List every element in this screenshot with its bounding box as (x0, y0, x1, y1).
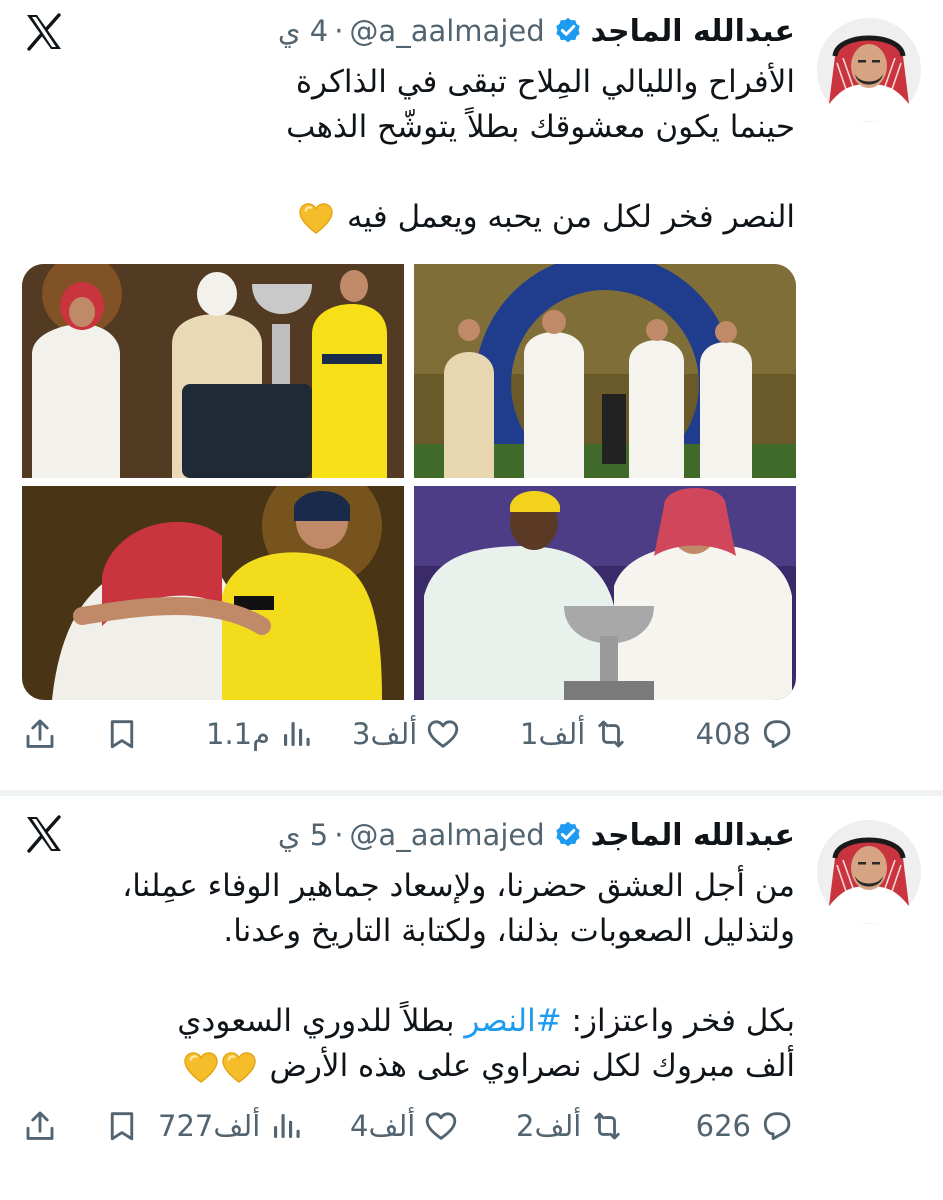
repost-button[interactable]: 1ألف (520, 716, 629, 752)
tweet-line-text: ألف مبروك لكل نصراوي على هذه الأرض (269, 1048, 795, 1084)
photo-trophy-ceremony[interactable] (22, 264, 404, 478)
author-name[interactable]: عبدالله الماجد (591, 14, 795, 49)
tweet-line: بكل فخر واعتزاز: #النصر بطلاً للدوري الس… (122, 999, 795, 1044)
like-count: 3ألف (352, 717, 418, 751)
bookmark-icon (104, 1108, 140, 1144)
x-logo-icon[interactable] (24, 12, 64, 52)
bookmark-button[interactable] (104, 716, 140, 752)
avatar[interactable] (817, 820, 921, 924)
bookmark-button[interactable] (104, 1108, 140, 1144)
repost-count: 2ألف (516, 1109, 582, 1143)
tweet-line (122, 954, 795, 999)
repost-icon (593, 716, 629, 752)
timestamp[interactable]: 5 ي (278, 818, 328, 852)
tweet-line: حينما يكون معشوقك بطلاً يتوشّح الذهب (286, 109, 795, 145)
tweet-text: من أجل العشق حضرنا، ولإسعاد جماهير الوفا… (122, 864, 795, 1089)
action-bar: 626 2ألف 4ألف 727ألف (0, 1108, 943, 1158)
tweet-header: عبدالله الماجد @a_aalmajed · 4 ي (278, 6, 795, 56)
reply-button[interactable]: 408 (696, 716, 795, 752)
views-icon (268, 1108, 304, 1144)
tweet-header: عبدالله الماجد @a_aalmajed · 5 ي (278, 810, 795, 860)
repost-icon (589, 1108, 625, 1144)
reply-icon (759, 716, 795, 752)
photo-champions-stage[interactable] (414, 264, 796, 514)
tweet-line: الأفراح والليالي المِلاح تبقى في الذاكرة (295, 64, 795, 100)
avatar[interactable] (817, 18, 921, 122)
tweet-line: ألف مبروك لكل نصراوي على هذه الأرض (122, 1044, 795, 1089)
share-icon (22, 1108, 58, 1144)
views-count: 1.1م (206, 717, 271, 751)
repost-button[interactable]: 2ألف (516, 1108, 625, 1144)
tweet-2[interactable]: عبدالله الماجد @a_aalmajed · 5 ي من أجل … (0, 796, 943, 1200)
author-handle[interactable]: @a_aalmajed (349, 818, 544, 852)
author-name[interactable]: عبدالله الماجد (591, 818, 795, 853)
timestamp[interactable]: 4 ي (278, 14, 328, 48)
views-icon (278, 716, 314, 752)
share-button[interactable] (22, 1108, 58, 1144)
views-button[interactable]: 1.1م (206, 716, 314, 752)
reply-count: 408 (695, 717, 751, 751)
repost-count: 1ألف (520, 717, 586, 751)
media-grid[interactable] (22, 264, 796, 700)
share-button[interactable] (22, 716, 58, 752)
separator-dot: · (334, 14, 344, 48)
action-bar: 408 1ألف 3ألف 1.1م (0, 716, 943, 766)
tweet-line: النصر فخر لكل من يحبه ويعمل فيه (286, 195, 795, 240)
tweet-text: الأفراح والليالي المِلاح تبقى في الذاكرة… (286, 60, 795, 240)
like-button[interactable]: 4ألف (350, 1108, 459, 1144)
hashtag-link[interactable]: #النصر (464, 1003, 561, 1039)
yellow-heart-emoji (184, 1052, 218, 1084)
tweet-line-text: بكل فخر واعتزاز: (561, 1003, 795, 1039)
reply-icon (759, 1108, 795, 1144)
photo-trophy-pose[interactable] (414, 486, 796, 700)
verified-badge-icon (553, 820, 583, 850)
verified-badge-icon (553, 16, 583, 46)
reply-button[interactable]: 626 (696, 1108, 795, 1144)
bookmark-icon (104, 716, 140, 752)
share-icon (22, 716, 58, 752)
heart-icon (423, 1108, 459, 1144)
x-logo-icon[interactable] (24, 814, 64, 854)
yellow-heart-emoji (299, 203, 333, 235)
tweet-line-text: النصر فخر لكل من يحبه ويعمل فيه (346, 199, 795, 235)
yellow-heart-emoji (222, 1052, 256, 1084)
separator-dot: · (334, 818, 344, 852)
views-button[interactable]: 727ألف (158, 1108, 304, 1144)
like-button[interactable]: 3ألف (352, 716, 461, 752)
author-handle[interactable]: @a_aalmajed (349, 14, 544, 48)
reply-count: 626 (695, 1109, 751, 1143)
photo-hug[interactable] (22, 466, 404, 700)
tweet-line: ولتذليل الصعوبات بذلنا، ولكتابة التاريخ … (223, 913, 795, 949)
tweet-line-text: بطلاً للدوري السعودي (177, 1003, 465, 1039)
heart-icon (425, 716, 461, 752)
tweet-line: من أجل العشق حضرنا، ولإسعاد جماهير الوفا… (122, 868, 795, 904)
like-count: 4ألف (350, 1109, 416, 1143)
views-count: 727ألف (158, 1109, 261, 1143)
tweet-1[interactable]: عبدالله الماجد @a_aalmajed · 4 ي الأفراح… (0, 0, 943, 790)
tweet-line (286, 150, 795, 195)
